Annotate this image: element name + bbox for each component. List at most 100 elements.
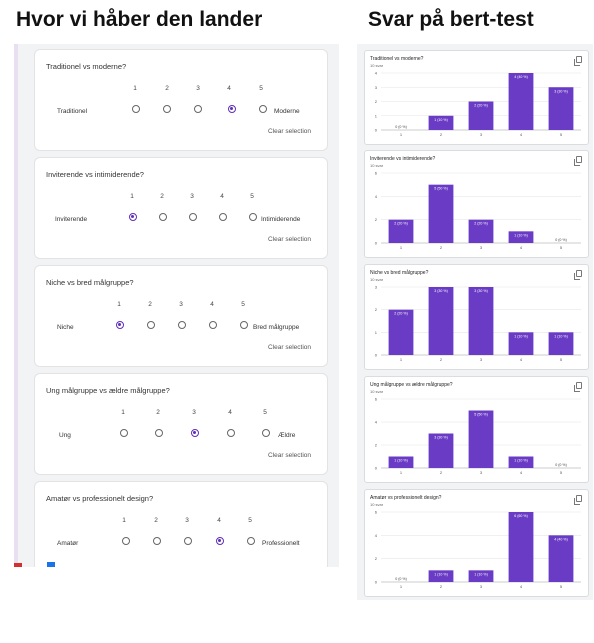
taskbar-blue-fragment [47,562,55,567]
scale-number: 4 [220,193,224,200]
scale-radio-4[interactable] [216,537,224,545]
bar[interactable] [388,309,414,355]
scale-number: 3 [179,301,183,308]
question-title: Traditionel vs moderne? [46,62,127,71]
clear-selection-link[interactable]: Clear selection [268,128,311,135]
bar[interactable] [548,87,574,130]
scale-radio-4[interactable] [209,321,217,329]
scale-radio-2[interactable] [159,213,167,221]
scale-radio-3[interactable] [178,321,186,329]
bar-chart: 0 2 4 6 0 (0 %) 1 1 (10 %) 2 1 (10 %) 3 6 (60 %) 4 4… [375,510,581,589]
scale-number: 4 [228,409,232,416]
scale-radio-2[interactable] [153,537,161,545]
scale-radio-3[interactable] [184,537,192,545]
bar-value-label: 1 (10 %) [394,459,408,463]
y-tick-label: 0 [375,241,378,246]
response-chart-card: Amatør vs professionelt design? 10 svar 0 2… [364,489,589,597]
x-tick-label: 4 [520,470,523,475]
scale-number: 3 [192,409,196,416]
scale-low-label: Niche [57,324,74,331]
scale-number: 5 [263,409,267,416]
bar[interactable] [468,287,494,355]
scale-radio-2[interactable] [155,429,163,437]
y-tick-label: 6 [375,397,378,402]
bar[interactable] [468,410,494,469]
scale-number: 2 [154,517,158,524]
clear-selection-link[interactable]: Clear selection [268,452,311,459]
right-column-title: Svar på bert-test [368,8,534,31]
scale-number: 3 [185,517,189,524]
scale-high-label: Moderne [274,108,300,115]
scale-radio-1[interactable] [120,429,128,437]
bar[interactable] [508,73,534,130]
question-card: Niche vs bred målgruppe? 1 2 3 4 5 Niche Bred m… [34,265,328,367]
scale-radio-5[interactable] [262,429,270,437]
scale-high-label: Intimiderende [261,216,301,223]
scale-radio-5[interactable] [247,537,255,545]
form-panel: Traditionel vs moderne? 1 2 3 4 5 Traditionel M… [14,44,339,567]
bar-value-label: 4 (40 %) [554,537,568,541]
scale-radio-4[interactable] [227,429,235,437]
y-tick-label: 2 [375,443,378,448]
x-tick-label: 5 [560,132,563,137]
scale-number: 4 [210,301,214,308]
y-tick-label: 4 [375,420,378,425]
scale-number: 5 [259,85,263,92]
bar-value-label: 3 (30 %) [554,89,568,93]
x-tick-label: 3 [480,470,483,475]
scale-number: 5 [250,193,254,200]
bar[interactable] [428,287,454,355]
scale-radio-5[interactable] [259,105,267,113]
scale-number: 1 [122,517,126,524]
scale-radio-2[interactable] [163,105,171,113]
bar-value-label: 0 (0 %) [555,238,567,242]
clear-selection-link[interactable]: Clear selection [268,344,311,351]
scale-low-label: Inviterende [55,216,88,223]
scale-number: 3 [190,193,194,200]
x-tick-label: 1 [400,132,403,137]
scale-radio-1[interactable] [122,537,130,545]
bar[interactable] [428,184,454,243]
y-tick-label: 0 [375,353,378,358]
scale-low-label: Ung [59,432,71,439]
y-tick-label: 4 [375,194,378,199]
scale-low-label: Amatør [57,540,79,547]
scale-radio-3[interactable] [189,213,197,221]
x-tick-label: 1 [400,245,403,250]
scale-number: 1 [117,301,121,308]
y-tick-label: 0 [375,128,378,133]
scale-radio-1[interactable] [116,321,124,329]
bar-chart: 0 1 2 3 2 (20 %) 1 3 (30 %) 2 3 (30 %) 3 1 (10 %) 4… [375,285,581,362]
taskbar-red-fragment [14,563,22,567]
scale-radio-4[interactable] [228,105,236,113]
bar-value-label: 1 (10 %) [474,572,488,576]
x-tick-label: 4 [520,357,523,362]
scale-low-label: Traditionel [57,108,88,115]
scale-radio-5[interactable] [249,213,257,221]
bar-value-label: 6 (60 %) [514,514,528,518]
scale-radio-3[interactable] [191,429,199,437]
scale-number: 2 [148,301,152,308]
y-tick-label: 6 [375,510,378,515]
scale-radio-1[interactable] [129,213,137,221]
scale-radio-4[interactable] [219,213,227,221]
bar[interactable] [508,512,534,582]
scale-number: 4 [217,517,221,524]
scale-radio-5[interactable] [240,321,248,329]
scale-radio-2[interactable] [147,321,155,329]
bar-chart: 0 2 4 6 1 (10 %) 1 3 (30 %) 2 5 (50 %) 3 1 (10 %) 4… [375,397,581,475]
bar-value-label: 1 (10 %) [514,233,528,237]
x-tick-label: 4 [520,584,523,589]
y-tick-label: 2 [375,556,378,561]
bar[interactable] [548,535,574,582]
question-card: Inviterende vs intimiderende? 1 2 3 4 5 Invite… [34,157,328,259]
question-title: Niche vs bred målgruppe? [46,278,134,287]
x-tick-label: 5 [560,584,563,589]
y-tick-label: 4 [375,533,378,538]
bar-value-label: 1 (10 %) [554,334,568,338]
clear-selection-link[interactable]: Clear selection [268,236,311,243]
scale-radio-1[interactable] [132,105,140,113]
scale-number: 5 [241,301,245,308]
x-tick-label: 3 [480,245,483,250]
scale-radio-3[interactable] [194,105,202,113]
